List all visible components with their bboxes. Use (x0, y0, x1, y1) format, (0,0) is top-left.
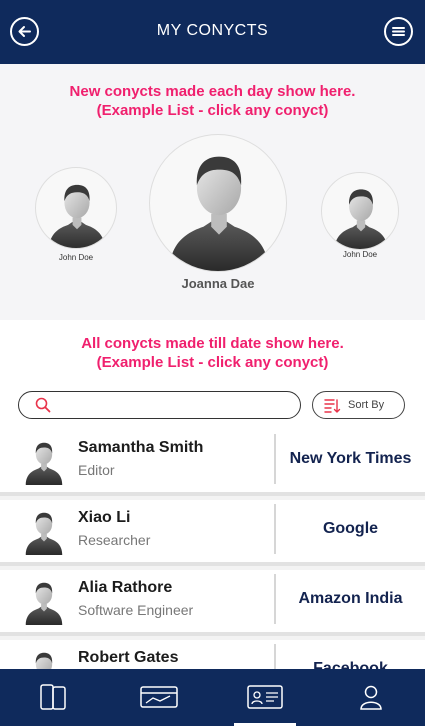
hamburger-menu-icon (392, 27, 405, 36)
all-conycts-heading: All conycts made till date show here. (E… (81, 335, 344, 371)
contact-company: Amazon India (298, 590, 403, 607)
new-conycts-section: New conycts made each day show here. (Ex… (0, 64, 425, 320)
sort-label: Sort By (348, 399, 385, 411)
list-item[interactable]: Samantha Smith Editor New York Times (0, 430, 425, 496)
avatar (334, 189, 388, 249)
tab-card[interactable] (106, 669, 212, 726)
list-item[interactable]: Xiao Li Researcher Google (0, 500, 425, 566)
avatar (25, 582, 63, 625)
featured-contact-right[interactable] (321, 172, 399, 250)
contact-cards-icon (247, 685, 283, 709)
contact-name: Samantha Smith (78, 439, 204, 456)
search-icon (35, 397, 51, 413)
bottom-tab-bar (0, 669, 425, 726)
tab-contact-cards[interactable] (212, 669, 318, 726)
featured-name-center: Joanna Dae (181, 276, 255, 291)
contact-name: Robert Gates (78, 649, 179, 666)
contact-name: Xiao Li (78, 509, 131, 526)
avatar (169, 156, 269, 271)
app-header: MY CONYCTS (0, 0, 425, 64)
sort-icon (324, 399, 341, 413)
contact-name: Alia Rathore (78, 579, 173, 596)
avatar (25, 512, 63, 555)
tab-profile[interactable] (318, 669, 424, 726)
avatar (25, 652, 63, 670)
featured-name-right: John Doe (342, 250, 378, 259)
avatar (48, 184, 106, 248)
card-icon (140, 686, 178, 708)
contact-role: Researcher (78, 532, 151, 548)
featured-name-left: John Doe (58, 253, 94, 262)
user-profile-icon (360, 685, 382, 710)
avatar (25, 442, 63, 485)
contact-list: Samantha Smith Editor New York Times Xia… (0, 430, 425, 670)
menu-button[interactable] (384, 17, 413, 46)
sort-by-button[interactable]: Sort By (312, 391, 405, 419)
phones-icon (40, 684, 66, 710)
tab-phones[interactable] (0, 669, 106, 726)
featured-contact-center[interactable] (149, 134, 287, 272)
featured-contact-left[interactable] (35, 167, 117, 249)
list-item[interactable]: Robert Gates Facebook (0, 640, 425, 670)
contact-role: Editor (78, 462, 115, 478)
contact-company: New York Times (289, 450, 412, 467)
page-title: MY CONYCTS (156, 22, 269, 39)
search-box[interactable] (18, 391, 301, 419)
all-conycts-section: All conycts made till date show here. (E… (0, 320, 425, 430)
new-conycts-heading: New conycts made each day show here. (Ex… (69, 83, 356, 119)
contact-role: Software Engineer (78, 602, 194, 618)
contact-company: Google (322, 520, 379, 537)
list-item[interactable]: Alia Rathore Software Engineer Amazon In… (0, 570, 425, 636)
search-input[interactable] (59, 395, 289, 415)
